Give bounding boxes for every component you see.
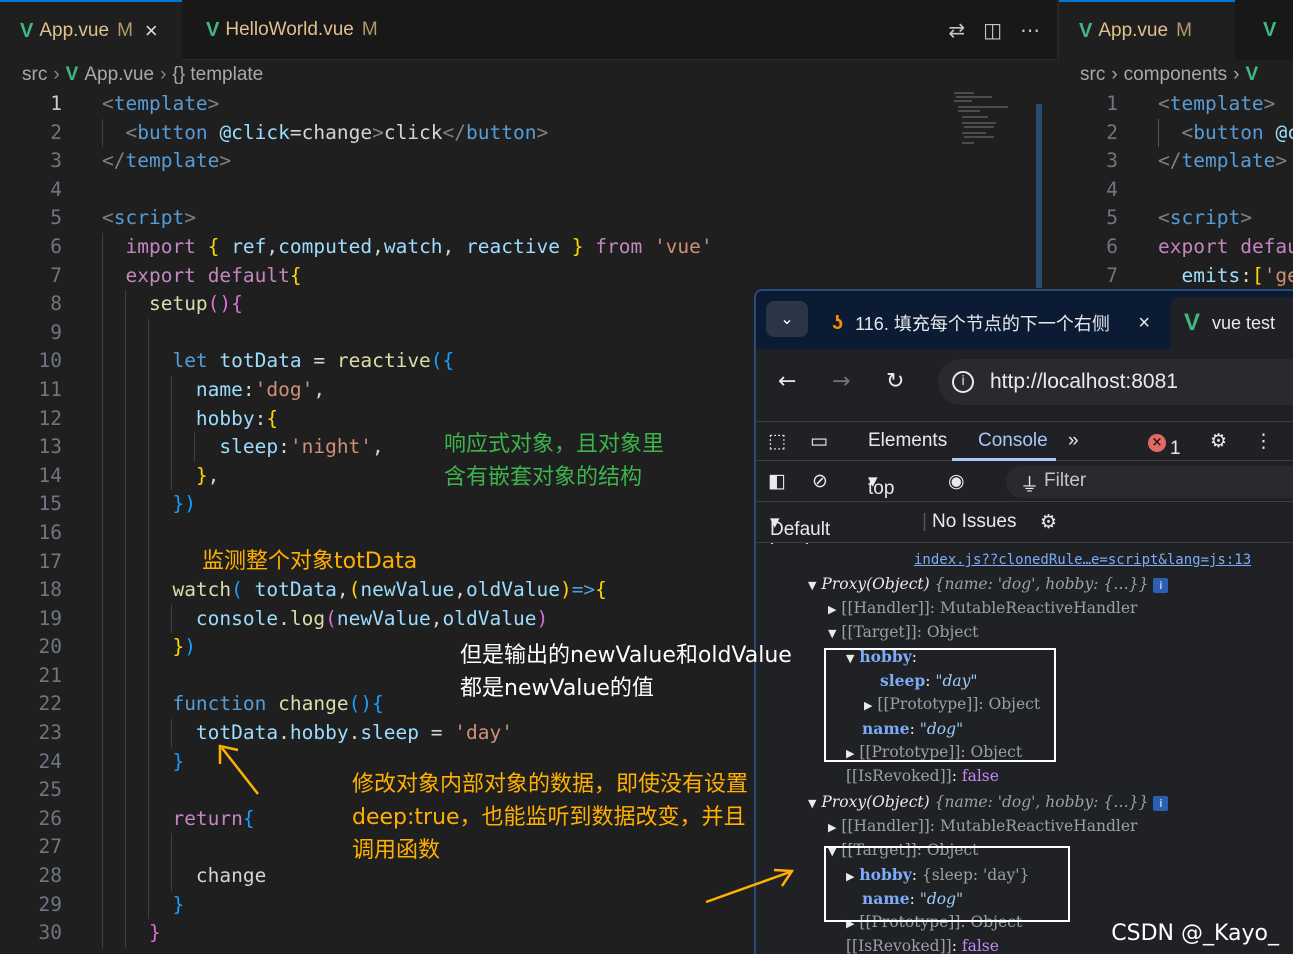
editor-tab-bar: V App.vue M × V HelloWorld.vue M ⇄ ◫ ⋯ (0, 0, 1056, 60)
close-icon[interactable]: × (145, 18, 158, 44)
breadcrumb-folder[interactable]: src (22, 64, 47, 86)
leetcode-icon: ʖ (832, 311, 844, 334)
highlight-box-2 (824, 846, 1070, 922)
chevron-right-icon: › (53, 64, 60, 85)
breadcrumb-symbol[interactable]: {} template (172, 64, 263, 86)
breadcrumb-file[interactable]: App.vue (84, 64, 154, 86)
editor-actions: ⇄ ◫ ⋯ (948, 18, 1040, 42)
split-editor-icon[interactable]: ◫ (983, 18, 1002, 42)
info-icon: i (1153, 578, 1169, 593)
annotation-watch: 监测整个对象totData (202, 549, 418, 574)
vue-icon: V (20, 19, 34, 42)
browser-tab-vue-test[interactable]: V vue test (1170, 297, 1293, 349)
more-options-icon[interactable]: ⋮ (1254, 430, 1273, 452)
log-entry-2[interactable]: ▼ Proxy(Object) {name: 'dog', hobby: {…}… (808, 793, 1169, 811)
back-icon[interactable]: ← (778, 369, 796, 394)
active-tab-indicator (952, 458, 1056, 461)
log-entry-1[interactable]: ▼ Proxy(Object) {name: 'dog', hobby: {…}… (808, 575, 1169, 593)
reload-icon[interactable]: ↻ (886, 369, 904, 394)
info-icon: i (1153, 796, 1169, 811)
browser-tab-strip: ⌄ ʖ 116. 填充每个节点的下一个右侧 × V vue test (756, 291, 1293, 349)
isrevoked-row: [[IsRevoked]]: false (846, 767, 999, 785)
tab-search-button[interactable]: ⌄ (766, 301, 808, 337)
devtools-tab-bar: ⬚ ▭ Elements Console » × 1 ⚙ ⋮ (756, 421, 1293, 461)
site-info-icon[interactable]: i (952, 371, 974, 393)
console-toolbar: ◧ ⊘ top ▾ ◉ ⏚ Filter (756, 462, 1293, 502)
annotation-deep: 修改对象内部对象的数据，即使没有设置 deep:true，也能监听到数据改变，并… (352, 772, 749, 863)
breadcrumb: src › V App.vue › {} template (22, 60, 263, 90)
handler-row[interactable]: ▶ [[Handler]]: MutableReactiveHandler (828, 817, 1137, 835)
default-levels-dropdown[interactable]: Default levels ▾ (770, 511, 830, 562)
arrow-right-icon (705, 868, 795, 904)
console-output[interactable]: index.js??clonedRule…e=script&lang=js:13… (756, 544, 1293, 954)
source-link[interactable]: index.js??clonedRule…e=script&lang=js:13 (914, 552, 1251, 568)
inspect-element-icon[interactable]: ⬚ (768, 430, 786, 452)
tab-helloworld-vue[interactable]: V HelloWorld.vue M (186, 0, 430, 60)
browser-toolbar: ← → ↻ i http://localhost:8081 (756, 349, 1293, 415)
error-icon: × (1148, 434, 1166, 452)
more-actions-icon[interactable]: ⋯ (1020, 18, 1040, 42)
right-editor-tab-bar: V App.vue M V (1058, 0, 1293, 60)
vue-icon: V (1245, 64, 1259, 85)
filter-icon: ⏚ (1020, 475, 1040, 496)
minimap[interactable] (952, 90, 1012, 152)
context-selector[interactable]: top ▾ (868, 470, 894, 499)
sidebar-toggle-icon[interactable]: ◧ (768, 470, 786, 492)
tab-right-app-vue[interactable]: V App.vue M (1059, 0, 1235, 60)
tab-elements[interactable]: Elements (868, 430, 947, 452)
close-tab-icon[interactable]: × (1138, 312, 1150, 335)
console-levels-bar: Default levels ▾ | No Issues ⚙ (756, 503, 1293, 562)
vue-icon: V (1263, 18, 1277, 41)
forward-icon[interactable]: → (832, 369, 850, 394)
tab-app-vue[interactable]: V App.vue M × (0, 0, 182, 60)
vue-icon: V (206, 18, 220, 41)
vue-icon: V (1184, 309, 1201, 336)
clear-console-icon[interactable]: ⊘ (812, 470, 828, 492)
settings-gear-icon[interactable]: ⚙ (1210, 430, 1227, 452)
handler-row[interactable]: ▶ [[Handler]]: MutableReactiveHandler (828, 599, 1137, 617)
isrevoked-row: [[IsRevoked]]: false (846, 937, 999, 954)
target-row[interactable]: ▼ [[Target]]: Object (828, 623, 978, 641)
chevron-right-icon: › (160, 64, 167, 85)
console-settings-icon[interactable]: ⚙ (1040, 511, 1057, 533)
vue-icon: V (65, 64, 79, 85)
error-count-badge[interactable]: × 1 (1148, 430, 1181, 459)
compare-changes-icon[interactable]: ⇄ (948, 18, 965, 42)
annotation-reactive: 响应式对象，且对象里 含有嵌套对象的结构 (444, 432, 665, 490)
live-expression-eye-icon[interactable]: ◉ (948, 470, 965, 492)
filter-input[interactable]: ⏚ Filter (1006, 466, 1293, 498)
address-bar[interactable]: i http://localhost:8081 (938, 359, 1293, 405)
right-code-editor[interactable]: 1<template> 2 <button @c 3</template> 4 … (1058, 90, 1293, 290)
chevron-right-icon: › (1111, 64, 1118, 85)
right-breadcrumb: src › components › V (1080, 64, 1259, 85)
editor-scrollbar[interactable] (1036, 104, 1042, 288)
tab-right-next[interactable]: V (1243, 0, 1293, 60)
chevron-right-icon: › (1233, 64, 1240, 85)
url-text: http://localhost:8081 (990, 370, 1178, 393)
more-tabs-icon[interactable]: » (1068, 430, 1079, 452)
browser-window: ⌄ ʖ 116. 填充每个节点的下一个右侧 × V vue test ← → ↻… (754, 289, 1293, 954)
tab-console[interactable]: Console (978, 430, 1048, 452)
device-toolbar-icon[interactable]: ▭ (810, 430, 828, 452)
highlight-box-1 (824, 648, 1056, 762)
arrow-up-left-icon (218, 744, 259, 795)
annotation-output: 但是输出的newValue和oldValue 都是newValue的值 (460, 643, 792, 701)
watermark: CSDN @_Kayo_ (1111, 921, 1279, 946)
vue-icon: V (1079, 19, 1093, 42)
issues-button[interactable]: No Issues (932, 511, 1016, 533)
browser-tab-leetcode[interactable]: ʖ 116. 填充每个节点的下一个右侧 × (826, 297, 1156, 349)
